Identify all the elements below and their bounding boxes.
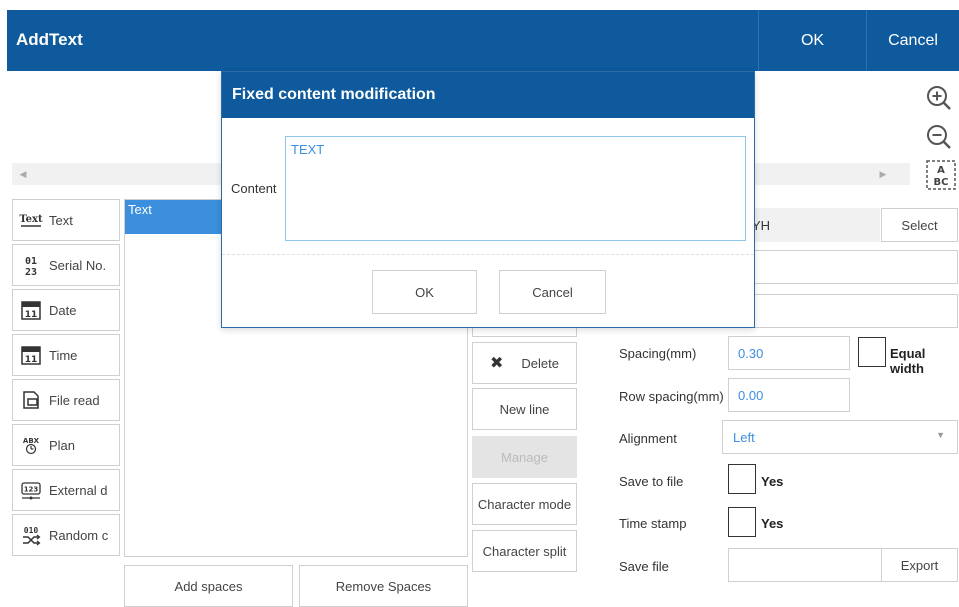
font-height-field[interactable]: 0	[728, 250, 958, 284]
time-stamp-label: Time stamp	[619, 516, 687, 531]
tool-date[interactable]: 11 Date	[12, 289, 120, 331]
row-spacing-field[interactable]: 0.00	[728, 378, 850, 412]
delete-label: Delete	[521, 355, 559, 371]
svg-text:11: 11	[25, 355, 38, 365]
svg-text:010: 010	[24, 526, 39, 535]
tool-label: Date	[49, 302, 77, 318]
tool-label: File read	[49, 392, 100, 408]
random-icon: 010	[13, 514, 49, 556]
chevron-down-icon: ▼	[936, 430, 945, 440]
equal-width-checkbox[interactable]	[858, 337, 886, 367]
spacing-label: Spacing(mm)	[619, 346, 697, 361]
tool-external-data[interactable]: 123 External d	[12, 469, 120, 511]
fixed-content-dialog: Fixed content modification Content OK Ca…	[221, 71, 755, 328]
character-split-button[interactable]: Character split	[472, 530, 577, 572]
dialog-title: Fixed content modification	[222, 72, 754, 118]
time-stamp-checkbox[interactable]	[728, 507, 756, 537]
ok-button[interactable]: OK	[758, 10, 866, 71]
file-read-icon	[13, 379, 49, 421]
window-title: AddText	[16, 30, 83, 49]
spacing-field[interactable]: 0.30	[728, 336, 850, 370]
serial-number-icon: 01 23	[13, 244, 49, 286]
content-input[interactable]	[285, 136, 746, 241]
svg-text:BC: BC	[934, 177, 949, 188]
select-font-button[interactable]: Select	[881, 208, 958, 242]
tool-plan[interactable]: ABX Plan	[12, 424, 120, 466]
row-spacing-label: Row spacing(mm)	[619, 389, 724, 404]
zoom-out-icon[interactable]	[924, 122, 954, 152]
save-to-file-checkbox[interactable]	[728, 464, 756, 494]
plan-icon: ABX	[13, 424, 49, 466]
dialog-cancel-button[interactable]: Cancel	[499, 270, 606, 314]
alignment-select[interactable]: Left ▼	[722, 420, 958, 454]
content-label: Content	[231, 181, 277, 196]
dialog-divider	[222, 254, 754, 255]
calendar-icon: 11	[13, 289, 49, 331]
save-file-label: Save file	[619, 559, 669, 574]
tool-label: Random c	[49, 527, 109, 543]
tool-time[interactable]: 11 Time	[12, 334, 120, 376]
export-button[interactable]: Export	[881, 548, 958, 582]
equal-width-label: Equal width	[890, 346, 926, 376]
calendar-time-icon: 11	[13, 334, 49, 376]
manage-button[interactable]: Manage	[472, 436, 577, 478]
dialog-ok-button[interactable]: OK	[372, 270, 477, 314]
tool-label: Time	[49, 347, 78, 363]
close-icon: ✖	[490, 355, 504, 372]
external-data-icon: 123	[13, 469, 49, 511]
svg-text:11: 11	[25, 310, 38, 320]
save-file-field[interactable]	[728, 548, 882, 582]
svg-text:123: 123	[24, 486, 39, 494]
svg-text:ABX: ABX	[23, 437, 40, 445]
cancel-button[interactable]: Cancel	[866, 10, 959, 71]
tool-label: External d	[49, 482, 108, 498]
scroll-right-icon[interactable]: ▶	[876, 166, 890, 182]
svg-text:01: 01	[25, 256, 37, 267]
font-name-display: YH	[740, 208, 880, 242]
text-icon: Text	[13, 199, 49, 241]
svg-text:Text: Text	[19, 214, 43, 225]
time-stamp-yes-label: Yes	[761, 516, 784, 531]
tool-random[interactable]: 010 Random c	[12, 514, 120, 556]
font-width-field[interactable]: 0	[728, 294, 958, 328]
tool-label: Text	[49, 212, 73, 228]
new-line-button[interactable]: New line	[472, 388, 577, 430]
svg-text:23: 23	[25, 267, 37, 277]
remove-spaces-button[interactable]: Remove Spaces	[299, 565, 468, 607]
tool-label: Serial No.	[49, 257, 107, 273]
tool-file-read[interactable]: File read	[12, 379, 120, 421]
text-preview-icon[interactable]: A BC	[924, 158, 958, 192]
alignment-label: Alignment	[619, 431, 677, 446]
save-to-file-label: Save to file	[619, 474, 684, 489]
add-spaces-button[interactable]: Add spaces	[124, 565, 293, 607]
zoom-in-icon[interactable]	[924, 83, 954, 113]
save-to-file-yes-label: Yes	[761, 474, 784, 489]
delete-button[interactable]: ✖ Delete	[472, 342, 577, 384]
tool-serial-number[interactable]: 01 23 Serial No.	[12, 244, 120, 286]
scroll-left-icon[interactable]: ◀	[16, 166, 30, 182]
tool-text[interactable]: Text Text	[12, 199, 120, 241]
svg-text:A: A	[937, 165, 945, 176]
alignment-value: Left	[733, 429, 755, 445]
character-mode-button[interactable]: Character mode	[472, 483, 577, 525]
tool-label: Plan	[49, 437, 76, 453]
title-bar: AddText OK Cancel	[7, 10, 959, 71]
